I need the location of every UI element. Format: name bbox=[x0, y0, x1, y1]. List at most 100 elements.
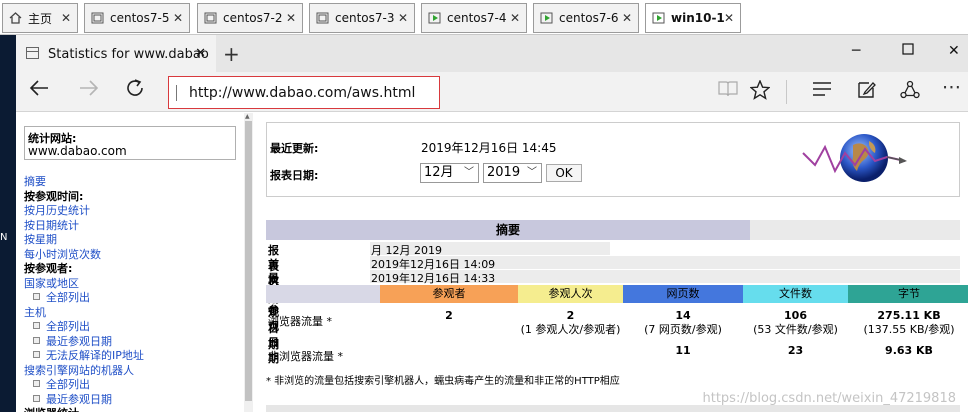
screen: 主页 ✕ centos7-5 ✕ centos7-2 ✕ centos7-3 ✕… bbox=[0, 0, 968, 412]
more-options-icon[interactable]: ⋯ bbox=[942, 76, 961, 98]
last-update-label: 最近更新: bbox=[270, 142, 319, 155]
scrollbar-thumb[interactable] bbox=[245, 121, 252, 401]
summary-row-label: 非浏览器流量 * bbox=[268, 350, 343, 363]
vm-tab-home[interactable]: 主页 ✕ bbox=[2, 3, 78, 33]
summary-cell-ratio: (53 文件数/参观) bbox=[753, 323, 838, 336]
year-select-value: 2019 bbox=[487, 165, 521, 180]
sidebar-menu: 摘要 按参观时间: 按月历史统计 按日期统计 按星期 每小时浏览次数 按参观者: 国家或地区全… bbox=[24, 175, 244, 412]
summary-cell-value: 23 bbox=[787, 344, 804, 357]
sidebar-item[interactable]: 每小时浏览次数 bbox=[24, 248, 244, 263]
toolbar-divider bbox=[786, 80, 787, 104]
close-icon[interactable]: ✕ bbox=[510, 11, 520, 25]
close-tab-icon[interactable]: ✕ bbox=[195, 46, 206, 61]
sidebar-item[interactable]: 全部列出 bbox=[24, 291, 244, 306]
summary-cell: 14 (7 网页数/参观) bbox=[623, 309, 743, 337]
sidebar-item-label: 最近参观日期 bbox=[46, 334, 112, 348]
host-side-char: N bbox=[0, 232, 8, 243]
sidebar-item-label: 按参观者: bbox=[24, 262, 73, 275]
close-icon[interactable]: ✕ bbox=[724, 11, 734, 25]
sidebar-item[interactable]: 全部列出 bbox=[24, 378, 244, 393]
window-close-icon[interactable]: ✕ bbox=[948, 43, 960, 59]
vm-tab-centos7-3[interactable]: centos7-3 ✕ bbox=[309, 3, 415, 33]
vm-icon bbox=[316, 12, 329, 24]
sidebar-item: 浏览器统计 bbox=[24, 407, 244, 412]
vm-tab-centos7-2[interactable]: centos7-2 ✕ bbox=[197, 3, 303, 33]
scroll-up-icon[interactable]: ▲ bbox=[245, 113, 250, 120]
hub-menu-icon[interactable] bbox=[812, 80, 832, 103]
year-select[interactable]: 2019 ﹀ bbox=[483, 163, 542, 183]
sidebar-item[interactable]: 全部列出 bbox=[24, 320, 244, 335]
browser-tab-bar: Statistics for www.dabao ✕ + ─ ✕ bbox=[16, 35, 968, 72]
favorite-star-icon[interactable] bbox=[749, 79, 771, 105]
info-value: 2019年12月16日 14:33 bbox=[371, 272, 496, 285]
summary-cell-value: 2 bbox=[445, 309, 453, 322]
back-arrow-icon[interactable] bbox=[28, 77, 50, 105]
reading-view-icon[interactable] bbox=[718, 80, 738, 103]
summary-title: 摘要 bbox=[266, 220, 750, 240]
refresh-icon[interactable] bbox=[124, 77, 146, 105]
sidebar-item-label: 全部列出 bbox=[46, 320, 90, 333]
footnote: * 非浏览的流量包括搜索引擎机器人，蠕虫病毒产生的流量和非正常的HTTP相应 bbox=[266, 376, 620, 387]
sidebar-item[interactable]: 主机 bbox=[24, 306, 244, 321]
sidebar-item[interactable]: 搜索引擎网站的机器人 bbox=[24, 364, 244, 379]
column-header: 文件数 bbox=[743, 285, 848, 303]
vm-tab-strip: 主页 ✕ centos7-5 ✕ centos7-2 ✕ centos7-3 ✕… bbox=[0, 0, 968, 35]
summary-cell: 9.63 KB bbox=[848, 344, 968, 358]
sidebar-scrollbar[interactable]: ▲ bbox=[244, 113, 253, 412]
month-select[interactable]: 12月 ﹀ bbox=[420, 163, 479, 183]
summary-cell: 106 (53 文件数/参观) bbox=[743, 309, 848, 337]
web-page: 统计网站: www.dabao.com 摘要 按参观时间: 按月历史统计 按日期统计按… bbox=[16, 113, 968, 412]
sidebar-item[interactable]: 按星期 bbox=[24, 233, 244, 248]
vm-running-icon bbox=[540, 12, 553, 24]
vm-tab-centos7-5[interactable]: centos7-5 ✕ bbox=[84, 3, 190, 33]
chevron-down-icon: ﹀ bbox=[527, 167, 537, 178]
vm-tab-centos7-4[interactable]: centos7-4 ✕ bbox=[421, 3, 527, 33]
vm-icon bbox=[204, 12, 217, 24]
column-header: 网页数 bbox=[623, 285, 743, 303]
address-bar[interactable]: http://www.dabao.com/aws.html bbox=[168, 76, 440, 109]
summary-cell-value: 9.63 KB bbox=[885, 344, 933, 357]
summary-title-strip bbox=[750, 220, 960, 240]
sidebar-item-label: 搜索引擎网站的机器人 bbox=[24, 363, 134, 377]
sidebar-item[interactable]: 按日期统计 bbox=[24, 219, 244, 234]
vm-running-icon bbox=[428, 12, 441, 24]
summary-cell-ratio: (7 网页数/参观) bbox=[644, 323, 722, 336]
sidebar-item[interactable]: 无法反解译的IP地址 bbox=[24, 349, 244, 364]
ok-button[interactable]: OK bbox=[546, 164, 582, 182]
report-header-box: 最近更新: 2019年12月16日 14:45 报表日期: 12月 ﹀ 2019… bbox=[266, 122, 960, 197]
next-section-strip bbox=[266, 405, 960, 412]
sidebar-item-label: 无法反解译的IP地址 bbox=[46, 349, 144, 362]
close-icon[interactable]: ✕ bbox=[398, 11, 408, 25]
close-icon[interactable]: ✕ bbox=[622, 11, 632, 25]
sidebar-item[interactable]: 摘要 bbox=[24, 175, 244, 190]
site-value: www.dabao.com bbox=[28, 144, 127, 158]
column-header: 参观人次 bbox=[518, 285, 623, 303]
vm-icon bbox=[91, 12, 104, 24]
vm-tab-centos7-6[interactable]: centos7-6 ✕ bbox=[533, 3, 639, 33]
maximize-icon[interactable] bbox=[902, 43, 914, 59]
sidebar-item[interactable]: 国家或地区 bbox=[24, 277, 244, 292]
new-tab-button[interactable]: + bbox=[223, 42, 240, 66]
close-icon[interactable]: ✕ bbox=[61, 11, 71, 25]
vm-tab-label: win10-1 bbox=[671, 11, 725, 25]
close-icon[interactable]: ✕ bbox=[286, 11, 296, 25]
share-icon[interactable] bbox=[900, 80, 920, 105]
summary-cell: 275.11 KB (137.55 KB/参观) bbox=[848, 309, 968, 337]
close-icon[interactable]: ✕ bbox=[173, 11, 183, 25]
sidebar-item[interactable]: 按月历史统计 bbox=[24, 204, 244, 219]
page-icon bbox=[26, 47, 39, 59]
web-note-icon[interactable] bbox=[856, 80, 876, 105]
vm-tab-label: centos7-6 bbox=[559, 11, 619, 25]
minimize-icon[interactable]: ─ bbox=[852, 43, 860, 59]
list-bullet-icon bbox=[33, 293, 40, 300]
vm-tab-win10-1[interactable]: win10-1 ✕ bbox=[645, 3, 741, 33]
month-select-value: 12月 bbox=[424, 165, 454, 180]
stats-sidebar: 统计网站: www.dabao.com 摘要 按参观时间: 按月历史统计 按日期统计按… bbox=[22, 113, 242, 412]
sidebar-item[interactable]: 最近参观日期 bbox=[24, 335, 244, 350]
sidebar-item[interactable]: 最近参观日期 bbox=[24, 393, 244, 408]
vm-tab-label: 主页 bbox=[28, 11, 53, 26]
browser-tab[interactable]: Statistics for www.dabao ✕ bbox=[16, 35, 216, 72]
info-value: 月 12月 2019 bbox=[370, 242, 610, 257]
forward-arrow-icon[interactable] bbox=[78, 77, 100, 105]
sidebar-item-label: 按参观时间: bbox=[24, 189, 84, 203]
